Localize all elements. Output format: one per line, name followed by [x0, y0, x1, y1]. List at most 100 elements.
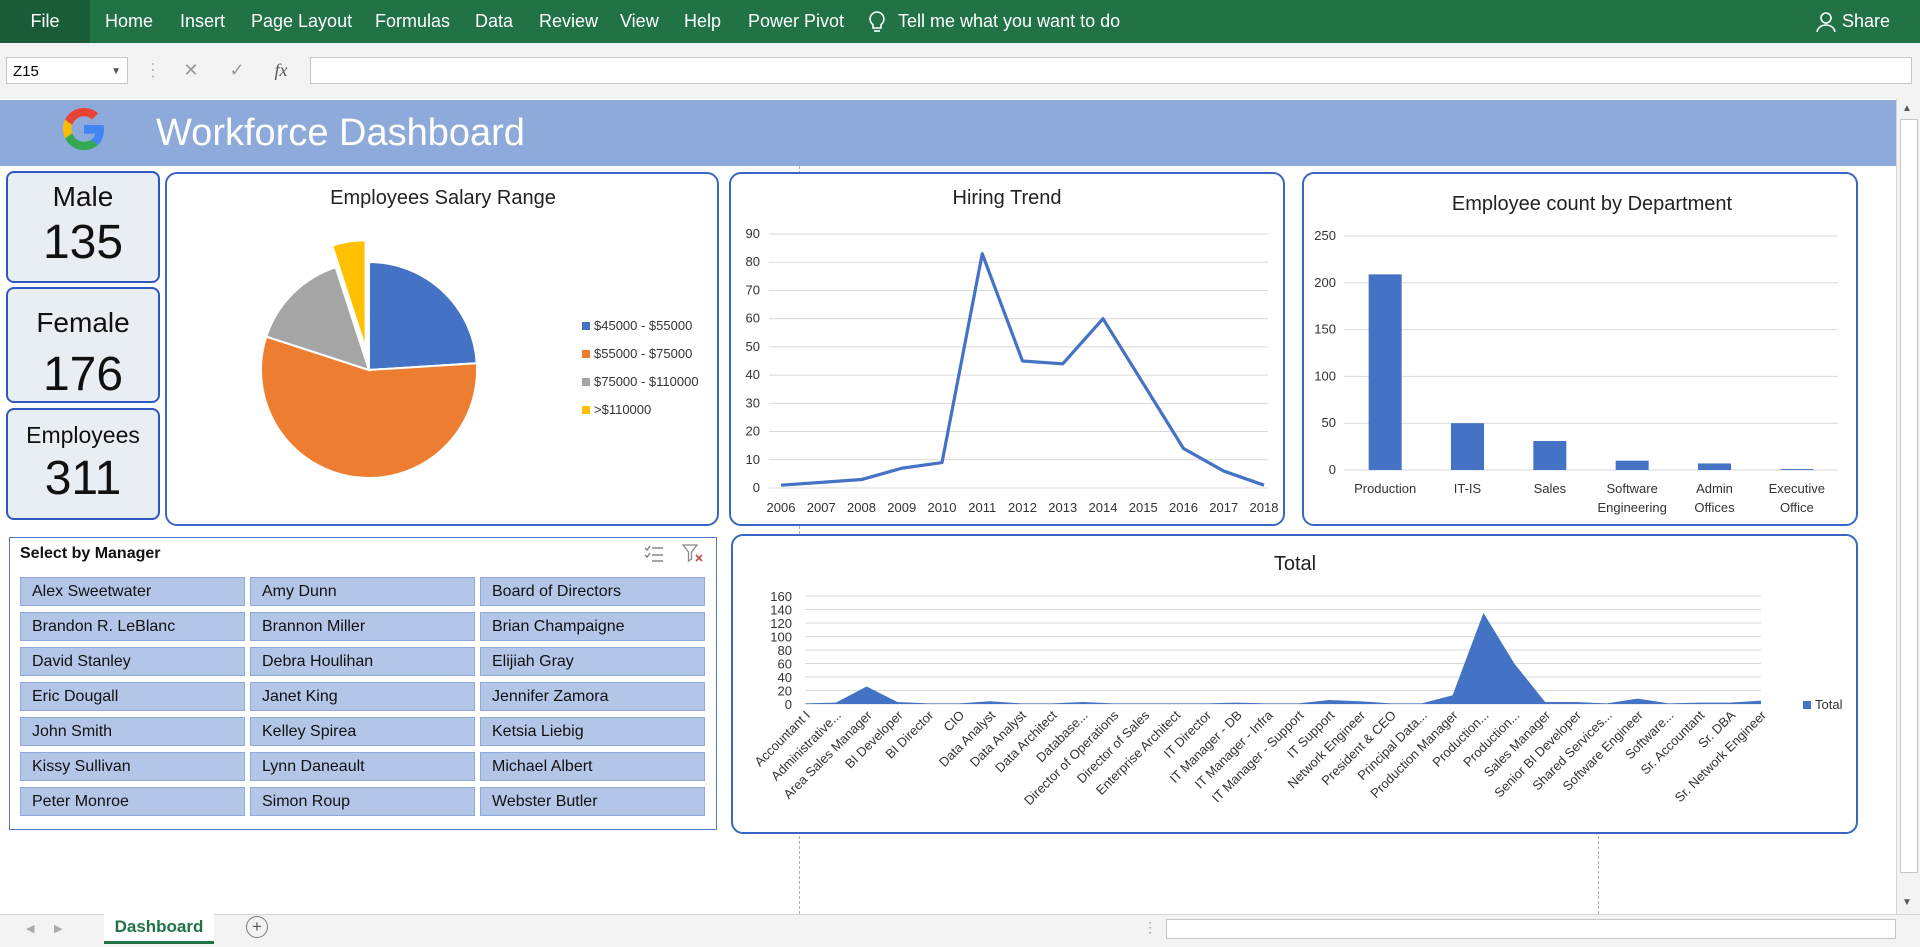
- insert-function-icon[interactable]: fx: [268, 57, 294, 84]
- chevron-down-icon[interactable]: ▼: [111, 58, 121, 85]
- kpi-label: Male: [52, 181, 114, 212]
- slicer-item[interactable]: Jennifer Zamora: [480, 682, 705, 711]
- tab-splitter-icon[interactable]: ⋮: [1143, 919, 1157, 936]
- slicer-item[interactable]: Eric Dougall: [20, 682, 245, 711]
- legend-label: $55000 - $75000: [594, 346, 692, 361]
- kpi-value: 135: [42, 216, 124, 269]
- scroll-thumb[interactable]: [1900, 119, 1918, 873]
- slicer-item[interactable]: Debra Houlihan: [250, 647, 475, 676]
- y-tick-label: 80: [778, 643, 792, 658]
- y-tick-label: 10: [746, 452, 760, 467]
- y-tick-label: 150: [1314, 322, 1336, 337]
- kpi-card-female[interactable]: Female 176: [6, 287, 160, 403]
- y-tick-label: 60: [778, 657, 792, 672]
- tab-insert[interactable]: Insert: [180, 0, 225, 43]
- department-bar-chart[interactable]: Employee count by Department 0 50 100 150 20…: [1302, 172, 1858, 526]
- series-line[interactable]: [780, 252, 1265, 487]
- share-label: Share: [1841, 11, 1890, 31]
- tab-view[interactable]: View: [620, 0, 659, 43]
- y-tick-label: 50: [746, 339, 760, 354]
- tab-review[interactable]: Review: [539, 0, 598, 43]
- bar[interactable]: [1451, 423, 1484, 470]
- x-tick-label: Engineering: [1597, 500, 1666, 515]
- kpi-card-employees[interactable]: Employees 311: [6, 408, 160, 520]
- x-tick-label: 2006: [767, 500, 796, 515]
- x-tick-label: Sales: [1534, 481, 1567, 496]
- y-tick-label: 250: [1314, 228, 1336, 243]
- slicer-item[interactable]: Brandon R. LeBlanc: [20, 612, 245, 641]
- person-icon: [1816, 11, 1836, 32]
- x-tick-label: Production: [1354, 481, 1416, 496]
- tell-me-search[interactable]: Tell me what you want to do: [868, 0, 1120, 43]
- slicer-item[interactable]: John Smith: [20, 717, 245, 746]
- bar[interactable]: [1698, 463, 1731, 470]
- hiring-trend-chart[interactable]: Hiring Trend 0 10 20 30 40 50 60 70 80 90 2006 2007…: [729, 172, 1285, 526]
- bar[interactable]: [1780, 469, 1814, 470]
- y-tick-label: 100: [1314, 368, 1336, 383]
- scroll-down-icon[interactable]: ▼: [1902, 897, 1912, 908]
- formula-input[interactable]: [310, 57, 1912, 84]
- slicer-item[interactable]: Janet King: [250, 682, 475, 711]
- x-tick-label: Office: [1780, 500, 1814, 515]
- bar[interactable]: [1615, 460, 1649, 470]
- share-button[interactable]: Share: [1816, 0, 1890, 43]
- tab-formulas[interactable]: Formulas: [375, 0, 450, 43]
- kpi-label: Female: [36, 307, 130, 338]
- x-tick-label: 2012: [1008, 500, 1037, 515]
- clear-filter-icon[interactable]: [682, 544, 704, 564]
- y-tick-label: 200: [1314, 275, 1336, 290]
- chart-title: Employees Salary Range: [330, 187, 556, 209]
- total-area-chart[interactable]: Total 0 20 40 60 80 100 120 140 160 Accountant IA…: [731, 534, 1858, 834]
- slicer-item[interactable]: Brian Champaigne: [480, 612, 705, 641]
- tab-data[interactable]: Data: [475, 0, 513, 43]
- y-tick-label: 30: [746, 395, 760, 410]
- tab-power-pivot[interactable]: Power Pivot: [748, 0, 844, 43]
- slicer-item[interactable]: Ketsia Liebig: [480, 717, 705, 746]
- slicer-item[interactable]: Alex Sweetwater: [20, 577, 245, 606]
- enter-check-icon[interactable]: ✓: [224, 57, 250, 84]
- name-box[interactable]: Z15 ▼: [6, 57, 128, 84]
- salary-range-chart[interactable]: Employees Salary Range $45000 - $55000 $5…: [165, 172, 719, 526]
- add-sheet-icon[interactable]: +: [246, 916, 268, 938]
- sheet-tab-dashboard[interactable]: Dashboard: [104, 913, 214, 944]
- tab-page-layout[interactable]: Page Layout: [251, 0, 352, 43]
- legend-label: >$110000: [594, 402, 651, 417]
- y-tick-label: 0: [1329, 462, 1336, 477]
- y-tick-label: 20: [746, 424, 760, 439]
- cancel-icon[interactable]: ✕: [178, 57, 204, 84]
- horizontal-scrollbar[interactable]: [1166, 919, 1896, 939]
- slicer-item[interactable]: Elijiah Gray: [480, 647, 705, 676]
- scroll-tabs-right-icon[interactable]: ▶: [54, 922, 62, 935]
- x-tick-label: 2008: [847, 500, 876, 515]
- y-tick-label: 20: [778, 684, 792, 699]
- multi-select-icon[interactable]: [644, 545, 664, 563]
- vertical-scrollbar[interactable]: ▲ ▼: [1896, 99, 1920, 914]
- bar[interactable]: [1368, 274, 1402, 470]
- x-tick-label: 2016: [1169, 500, 1198, 515]
- tab-home[interactable]: Home: [105, 0, 153, 43]
- scroll-up-icon[interactable]: ▲: [1902, 103, 1912, 114]
- kpi-card-male[interactable]: Male 135: [6, 171, 160, 283]
- slicer-item[interactable]: Brannon Miller: [250, 612, 475, 641]
- slicer-item[interactable]: David Stanley: [20, 647, 245, 676]
- slicer-item[interactable]: Kissy Sullivan: [20, 752, 245, 781]
- kpi-value: 311: [44, 452, 122, 505]
- slicer-item[interactable]: Board of Directors: [480, 577, 705, 606]
- slicer-item[interactable]: Amy Dunn: [250, 577, 475, 606]
- slicer-item[interactable]: Lynn Daneault: [250, 752, 475, 781]
- scroll-tabs-left-icon[interactable]: ◀: [26, 922, 34, 935]
- pie-slice[interactable]: [368, 260, 478, 372]
- file-tab[interactable]: File: [0, 0, 90, 43]
- legend-label: $75000 - $110000: [594, 374, 699, 389]
- slicer-item[interactable]: Michael Albert: [480, 752, 705, 781]
- slicer-item[interactable]: Simon Roup: [250, 787, 475, 816]
- x-tick-label: Executive: [1769, 481, 1825, 496]
- legend-label: Total: [1815, 697, 1843, 712]
- slicer-item[interactable]: Webster Butler: [480, 787, 705, 816]
- slicer-item[interactable]: Peter Monroe: [20, 787, 245, 816]
- y-tick-label: 160: [770, 589, 792, 604]
- slicer-item[interactable]: Kelley Spirea: [250, 717, 475, 746]
- bar[interactable]: [1533, 440, 1567, 470]
- legend-swatch: [582, 350, 590, 358]
- tab-help[interactable]: Help: [684, 0, 721, 43]
